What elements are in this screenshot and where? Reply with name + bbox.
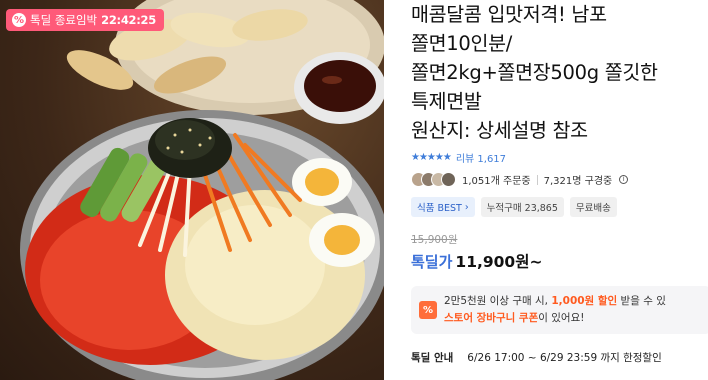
product-info-panel: 매콤달콤 입맛저격! 남포 쫄면10인분/ 쫄면2kg+쫄면장500g 쫄깃한 … (411, 0, 708, 380)
tag-food-best[interactable]: 식품 BEST › (411, 197, 475, 217)
coupon-banner[interactable]: % 2만5천원 이상 구매 시, 1,000원 할인 받을 수 있 스토어 장바… (411, 286, 708, 334)
coupon-line2-suffix: 이 있어요! (538, 312, 585, 324)
tag-label: 식품 BEST (417, 203, 462, 214)
coupon-percent-icon: % (419, 301, 437, 319)
watching-count: 7,321명 구경중 (543, 176, 613, 187)
rating-row: ★★★★★ 리뷰 1,617 (411, 150, 506, 165)
coupon-line-1: 2만5천원 이상 구매 시, 1,000원 할인 받을 수 있 (444, 293, 666, 310)
tag-free-shipping: 무료배송 (569, 197, 617, 217)
tag-total-purchases: 누적구매 23,865 (480, 197, 564, 217)
product-title: 매콤달콤 입맛저격! 남포 쫄면10인분/ 쫄면2kg+쫄면장500g 쫄깃한 … (411, 0, 708, 145)
percent-icon: % (12, 13, 26, 27)
coupon-line-2: 스토어 장바구니 쿠폰이 있어요! (444, 310, 666, 327)
title-line: 원산지: 상세설명 참조 (411, 119, 588, 142)
star-rating-icon: ★★★★★ (411, 152, 452, 163)
coupon-text: 2만5천원 이상 구매 시, 1,000원 할인 받을 수 있 스토어 장바구니… (444, 293, 666, 327)
deal-info-period: 6/26 17:00 ~ 6/29 23:59 까지 한정할인 (467, 352, 662, 364)
review-count-link[interactable]: 리뷰 1,617 (456, 150, 506, 165)
title-line: 쫄면10인분/ (411, 32, 513, 55)
social-proof-row: 1,051개 주문중 7,321명 구경중 i (411, 172, 629, 187)
product-image[interactable]: % 톡딜 종료임박 22:42:25 (0, 0, 384, 380)
original-price: 15,900원 (411, 234, 458, 246)
product-tags: 식품 BEST › 누적구매 23,865 무료배송 (411, 197, 617, 217)
orders-count: 1,051개 주문중 (462, 176, 531, 187)
coupon-name: 스토어 장바구니 쿠폰 (444, 312, 539, 324)
deal-badge-label: 톡딜 종료임박 (30, 13, 98, 27)
buyer-avatars (411, 172, 456, 187)
deal-ending-badge: % 톡딜 종료임박 22:42:25 (6, 9, 164, 31)
sale-price: 11,900원~ (455, 253, 543, 271)
title-line: 특제면발 (411, 90, 482, 113)
deal-countdown: 22:42:25 (101, 13, 156, 27)
divider (536, 174, 538, 185)
food-photo (20, 0, 384, 380)
info-icon[interactable]: i (619, 175, 629, 184)
chevron-right-icon: › (464, 201, 469, 213)
coupon-line1-prefix: 2만5천원 이상 구매 시, (444, 295, 552, 307)
sale-price-row: 톡딜가 11,900원~ (411, 250, 542, 272)
sale-label: 톡딜가 (411, 253, 453, 271)
avatar (441, 172, 456, 187)
deal-info-row: 톡딜 안내 6/26 17:00 ~ 6/29 23:59 까지 한정할인 (411, 350, 662, 365)
coupon-line1-suffix: 받을 수 있 (617, 295, 666, 307)
title-line: 쫄면2kg+쫄면장500g 쫄깃한 (411, 61, 658, 84)
deal-info-label: 톡딜 안내 (411, 352, 454, 364)
title-line: 매콤달콤 입맛저격! 남포 (411, 3, 607, 26)
coupon-discount: 1,000원 할인 (551, 295, 618, 307)
